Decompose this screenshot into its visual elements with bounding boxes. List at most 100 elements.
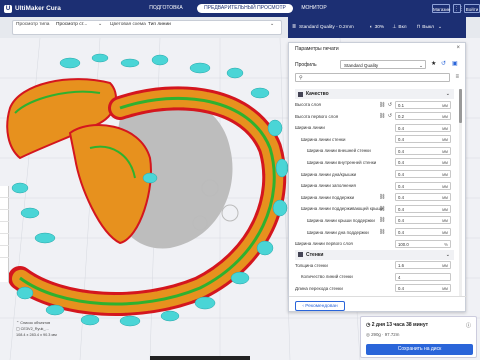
setting-value: 0.4	[398, 286, 404, 292]
setting-row: Ширина линии стенки 0.4 мм	[295, 134, 454, 146]
view-type-select[interactable]: Просмотр ст...	[56, 22, 87, 27]
setting-value-field[interactable]: 0.4 мм	[395, 158, 451, 167]
setting-row: Количество линий стенки 4	[295, 271, 454, 283]
setting-value-field[interactable]: 0.4 мм	[395, 204, 451, 213]
reset-icon[interactable]: ↺	[441, 60, 446, 67]
settings-list: Качество ⌄ Высота слоя ⛓ ↺ 0.1 мм Высота первог…	[295, 89, 454, 297]
setting-value: 0.4	[398, 206, 404, 212]
link-icon[interactable]: ⛓	[379, 217, 385, 223]
per-model-settings-icon[interactable]	[0, 234, 9, 246]
infill-icon: ◐	[369, 25, 373, 30]
setting-label: Ширина линии крыши поддержки	[307, 217, 375, 223]
tab-preview[interactable]: ПРЕДВАРИТЕЛЬНЫЙ ПРОСМОТР	[197, 4, 293, 13]
adhesion-icon: ⊓	[416, 25, 421, 30]
settings-category-header[interactable]: Качество ⌄	[295, 89, 454, 99]
setting-value: 0.1	[398, 102, 404, 108]
link-icon[interactable]: ⛓	[379, 113, 385, 119]
settings-category-header[interactable]: Стенки ⌄	[295, 249, 454, 260]
setting-row: Ширина линии заполнения 0.4 мм	[295, 180, 454, 192]
setting-label: Ширина линии поддержки	[301, 194, 355, 200]
star-icon[interactable]: ★	[431, 60, 436, 67]
save-profile-icon[interactable]: ▣	[452, 60, 458, 67]
setting-value-field[interactable]: 0.4 мм	[395, 228, 451, 237]
setting-value-field[interactable]: 0.4 мм	[395, 181, 451, 190]
setting-value-field[interactable]: 0.4 мм	[395, 135, 451, 144]
setting-value-field[interactable]: 4	[395, 272, 451, 281]
setting-row: Ширина линии дна поддержки ⛓ 0.4 мм	[295, 227, 454, 239]
settings-scrollbar[interactable]	[459, 89, 462, 297]
link-icon[interactable]: ⛓	[379, 229, 385, 235]
print-time: ◷ 2 дня 13 часа 38 минут	[366, 322, 429, 328]
recommended-button[interactable]: ‹ Рекомендован	[295, 301, 345, 311]
adhesion-value: Выкл	[422, 25, 434, 30]
setting-label: Ширина линии первого слоя	[295, 241, 353, 247]
setting-value: 0.4	[398, 137, 404, 143]
setting-value: 0.4	[398, 148, 404, 154]
marketplace-button[interactable]: Магазин	[432, 4, 450, 13]
print-settings-summary[interactable]: ≣ Standard Quality - 0.2mm ◐ 30% ⊥ Вкл ⊓…	[288, 17, 466, 38]
chevron-down-icon: ⌄	[445, 251, 450, 258]
save-to-disk-button[interactable]: Сохранить на диск	[366, 344, 473, 355]
menu-icon[interactable]: ≡	[455, 74, 459, 80]
setting-unit: мм	[442, 114, 448, 120]
setting-unit: мм	[442, 263, 448, 269]
setting-value-field[interactable]: 0.4 мм	[395, 170, 451, 179]
mirror-tool-icon[interactable]	[0, 222, 9, 234]
support-blocker-icon[interactable]	[0, 246, 9, 258]
link-icon[interactable]: ⛓	[379, 194, 385, 200]
grid-menu-icon[interactable]: ⋮⋮	[453, 4, 464, 13]
setting-unit: мм	[442, 160, 448, 166]
setting-value-field[interactable]: 0.2 мм	[395, 112, 451, 121]
link-icon[interactable]: ⛓	[379, 206, 385, 212]
setting-unit: %	[444, 241, 448, 247]
setting-row: Ширина линии крыши поддержки ⛓ 0.4 мм	[295, 215, 454, 227]
setting-value-field[interactable]: 0.4 мм	[395, 146, 451, 155]
chevron-down-icon[interactable]: ⌄	[270, 22, 274, 27]
setting-row: Ширина линии внутренней стенки 0.4 мм	[295, 157, 454, 169]
setting-unit: мм	[442, 125, 448, 131]
color-scheme-select[interactable]: Тип линии	[148, 22, 171, 27]
category-name: Качество	[306, 91, 329, 97]
print-settings-panel: Параметры печати × Профиль Standard Qual…	[288, 42, 467, 312]
setting-value-field[interactable]: 0.4 мм	[395, 193, 451, 202]
chevron-down-icon[interactable]: ⌄	[98, 22, 102, 27]
setting-value-field[interactable]: 0.4 мм	[395, 216, 451, 225]
rotate-tool-icon[interactable]	[0, 210, 9, 222]
setting-value-field[interactable]: 0.1 мм	[395, 100, 451, 109]
top-bar: U UltiMaker Cura ПОДГОТОВКА ПРЕДВАРИТЕЛЬ…	[0, 0, 480, 17]
move-tool-icon[interactable]	[0, 186, 9, 198]
setting-unit: мм	[442, 102, 448, 108]
profile-select[interactable]: Standard Quality ⌄	[340, 60, 426, 69]
setting-value-field[interactable]: 0.4 мм	[395, 123, 451, 132]
scale-tool-icon[interactable]	[0, 198, 9, 210]
support-value: Вкл	[398, 25, 407, 30]
setting-value-field[interactable]: 1.6 мм	[395, 261, 451, 270]
setting-value-field[interactable]: 0.4 мм	[395, 284, 451, 293]
setting-unit: мм	[442, 195, 448, 201]
close-icon[interactable]: ×	[456, 45, 460, 51]
tab-prepare[interactable]: ПОДГОТОВКА	[135, 4, 197, 13]
setting-value-field[interactable]: 100.0%	[395, 239, 451, 248]
profile-label: Профиль	[295, 62, 317, 68]
tab-monitor[interactable]: МОНИТОР	[293, 4, 335, 13]
setting-row: Ширина линии поддерживающей крыши ⛓ 0.4 мм	[295, 203, 454, 215]
signin-button[interactable]: Войти	[464, 4, 480, 13]
reset-icon[interactable]: ↺	[387, 102, 393, 108]
left-toolbar	[0, 186, 9, 282]
setting-value: 100.0	[398, 241, 409, 247]
setting-row: Высота первого слоя ⛓ ↺ 0.2 мм	[295, 111, 454, 123]
setting-value: 4	[398, 274, 401, 280]
info-icon[interactable]: ⓘ	[466, 322, 471, 329]
settings-search-input[interactable]: ⚲	[295, 73, 450, 82]
setting-label: Ширина линии стенки	[301, 136, 346, 142]
object-info: ⌃ Список объектов ▢ CE3V2_Ryuk_... 108.4…	[16, 320, 57, 338]
walls-category-icon	[298, 252, 303, 258]
setting-row: Высота слоя ⛓ ↺ 0.1 мм	[295, 99, 454, 111]
setting-value: 0.4	[398, 172, 404, 178]
quality-value: Standard Quality - 0.2mm	[299, 25, 354, 30]
quality-category-icon	[298, 91, 303, 97]
setting-value: 0.4	[398, 230, 404, 236]
setting-label: Высота первого слоя	[295, 113, 339, 119]
link-icon[interactable]: ⛓	[379, 102, 385, 108]
reset-icon[interactable]: ↺	[387, 113, 393, 119]
